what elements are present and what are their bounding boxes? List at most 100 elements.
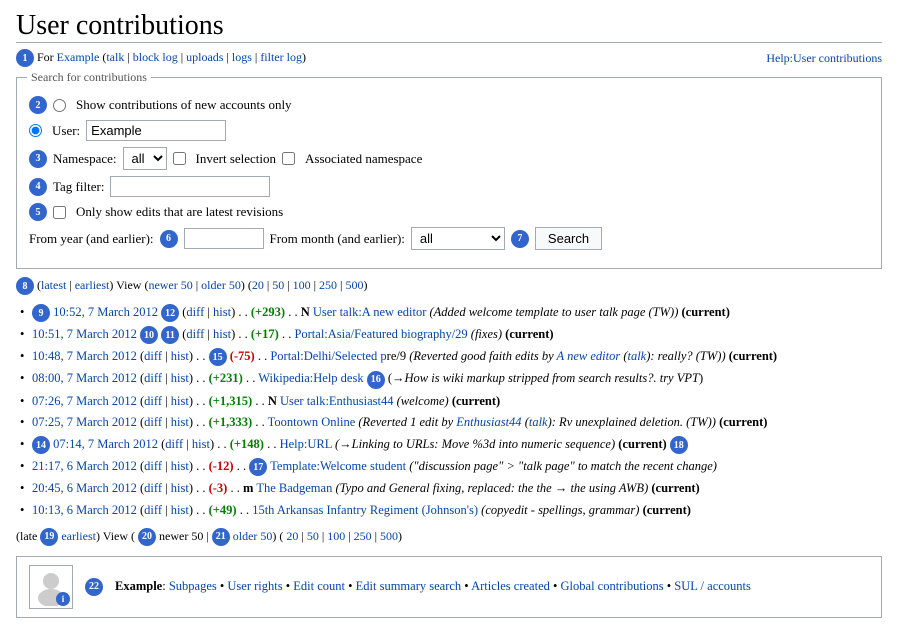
- 100-top[interactable]: 100: [293, 278, 311, 292]
- article-link[interactable]: 15th Arkansas Infantry Regiment (Johnson…: [252, 503, 478, 517]
- contrib-time[interactable]: 20:45, 6 March 2012: [32, 481, 137, 495]
- username-link[interactable]: Example: [57, 50, 100, 64]
- diff-link[interactable]: diff: [144, 349, 162, 363]
- contrib-time[interactable]: 10:51, 7 March 2012: [32, 327, 137, 341]
- only-latest-checkbox[interactable]: [53, 206, 66, 219]
- contrib-time[interactable]: 21:17, 6 March 2012: [32, 459, 137, 473]
- older50-bottom[interactable]: older 50: [233, 529, 273, 543]
- article-link[interactable]: User talk:Enthusiast44: [280, 394, 394, 408]
- namespace-select[interactable]: all: [123, 147, 167, 170]
- circle-22: 22: [85, 578, 103, 596]
- diff-link[interactable]: diff: [186, 305, 204, 319]
- editor-link[interactable]: A new editor: [557, 349, 621, 363]
- editor-link2[interactable]: Enthusiast44: [456, 415, 521, 429]
- contrib-desc: (Reverted 1 edit by Enthusiast44 (talk):…: [358, 415, 716, 429]
- search-button[interactable]: Search: [535, 227, 602, 250]
- contrib-time[interactable]: 07:14, 7 March 2012: [53, 437, 158, 451]
- contrib-desc: ("discussion page" > "talk page" to matc…: [409, 459, 717, 473]
- contrib-desc: (Reverted good faith edits by A new edit…: [409, 349, 725, 363]
- year-input[interactable]: [184, 228, 264, 249]
- circle-17: 17: [249, 458, 267, 476]
- diff-link[interactable]: diff: [186, 327, 204, 341]
- diff-link[interactable]: diff: [144, 459, 162, 473]
- hist-link[interactable]: hist: [192, 437, 210, 451]
- user-rights-link[interactable]: User rights: [227, 579, 282, 593]
- article-link[interactable]: Wikipedia:Help desk: [258, 371, 363, 385]
- filterlog-link[interactable]: filter log: [260, 50, 302, 64]
- diff-link[interactable]: diff: [144, 481, 162, 495]
- contrib-time[interactable]: 10:13, 6 March 2012: [32, 503, 137, 517]
- talk-link3[interactable]: talk: [529, 415, 548, 429]
- radio-user[interactable]: [29, 124, 42, 137]
- article-link[interactable]: User talk:A new editor: [313, 305, 427, 319]
- list-item: 07:26, 7 March 2012 (diff | hist) . . (+…: [16, 392, 882, 411]
- article-link[interactable]: Portal:Asia/Featured biography/29: [294, 327, 467, 341]
- hist-link[interactable]: hist: [171, 394, 189, 408]
- diff-link[interactable]: diff: [144, 371, 162, 385]
- assoc-checkbox[interactable]: [282, 152, 295, 165]
- hist-link[interactable]: hist: [171, 459, 189, 473]
- hist-link[interactable]: hist: [171, 415, 189, 429]
- article-link[interactable]: Portal:Delhi/Selected p: [270, 349, 386, 363]
- logs-link[interactable]: logs: [232, 50, 252, 64]
- global-contributions-link[interactable]: Global contributions: [561, 579, 664, 593]
- contrib-time[interactable]: 07:26, 7 March 2012: [32, 394, 137, 408]
- talk-link2[interactable]: talk: [627, 349, 646, 363]
- diff-link[interactable]: diff: [144, 415, 162, 429]
- 20-top[interactable]: 20: [252, 278, 264, 292]
- talk-link[interactable]: talk: [106, 50, 124, 64]
- diff-link[interactable]: diff: [144, 394, 162, 408]
- user-input[interactable]: [86, 120, 226, 141]
- contrib-time[interactable]: 10:52, 7 March 2012: [53, 305, 158, 319]
- article-link[interactable]: Template:Welcome student: [270, 459, 406, 473]
- 20-bottom[interactable]: 20: [286, 529, 298, 543]
- hist-link[interactable]: hist: [213, 327, 231, 341]
- contrib-time[interactable]: 07:25, 7 March 2012: [32, 415, 137, 429]
- edit-summary-link[interactable]: Edit summary search: [356, 579, 462, 593]
- 100-bottom[interactable]: 100: [327, 529, 345, 543]
- 250-bottom[interactable]: 250: [354, 529, 372, 543]
- list-item: 20:45, 6 March 2012 (diff | hist) . . (-…: [16, 479, 882, 498]
- uploads-link[interactable]: uploads: [186, 50, 223, 64]
- 500-bottom[interactable]: 500: [380, 529, 398, 543]
- user-info-box: i 22 Example: Subpages • User rights • E…: [16, 556, 882, 618]
- contrib-time[interactable]: 10:48, 7 March 2012: [32, 349, 137, 363]
- 50-bottom[interactable]: 50: [307, 529, 319, 543]
- hist-link[interactable]: hist: [213, 305, 231, 319]
- edit-count-link[interactable]: Edit count: [293, 579, 345, 593]
- 500-top[interactable]: 500: [345, 278, 363, 292]
- newer50-top[interactable]: newer 50: [148, 278, 192, 292]
- hist-link[interactable]: hist: [171, 481, 189, 495]
- month-select[interactable]: all JanuaryFebruaryMarch AprilMayJune Ju…: [411, 227, 505, 250]
- articles-created-link[interactable]: Articles created: [471, 579, 550, 593]
- diff-value: (+231): [209, 371, 243, 385]
- earliest-link-bottom[interactable]: earliest: [61, 529, 96, 543]
- current-mark: (current): [651, 481, 699, 495]
- blocklog-link[interactable]: block log: [133, 50, 178, 64]
- article-link[interactable]: Help:URL: [280, 437, 332, 451]
- tag-input[interactable]: [110, 176, 270, 197]
- hist-link[interactable]: hist: [171, 371, 189, 385]
- hist-link[interactable]: hist: [171, 349, 189, 363]
- diff-value: (+293): [251, 305, 285, 319]
- diff-link[interactable]: diff: [165, 437, 183, 451]
- circle-15: 15: [209, 348, 227, 366]
- diff-value: (+1,315): [209, 394, 253, 408]
- hist-link[interactable]: hist: [171, 503, 189, 517]
- radio-new-accounts[interactable]: [53, 99, 66, 112]
- older50-top[interactable]: older 50: [201, 278, 241, 292]
- help-link[interactable]: Help:User contributions: [766, 51, 882, 65]
- 50-top[interactable]: 50: [272, 278, 284, 292]
- latest-link-top[interactable]: latest: [41, 278, 66, 292]
- 250-top[interactable]: 250: [319, 278, 337, 292]
- diff-link[interactable]: diff: [144, 503, 162, 517]
- earliest-link-top[interactable]: earliest: [75, 278, 110, 292]
- invert-checkbox[interactable]: [173, 152, 186, 165]
- contrib-time[interactable]: 08:00, 7 March 2012: [32, 371, 137, 385]
- article-link[interactable]: Toontown Online: [268, 415, 356, 429]
- new-mark: N: [301, 305, 310, 319]
- sul-accounts-link[interactable]: SUL / accounts: [674, 579, 751, 593]
- diff-value: (-12): [209, 459, 234, 473]
- article-link[interactable]: The Badgeman: [256, 481, 332, 495]
- subpages-link[interactable]: Subpages: [169, 579, 217, 593]
